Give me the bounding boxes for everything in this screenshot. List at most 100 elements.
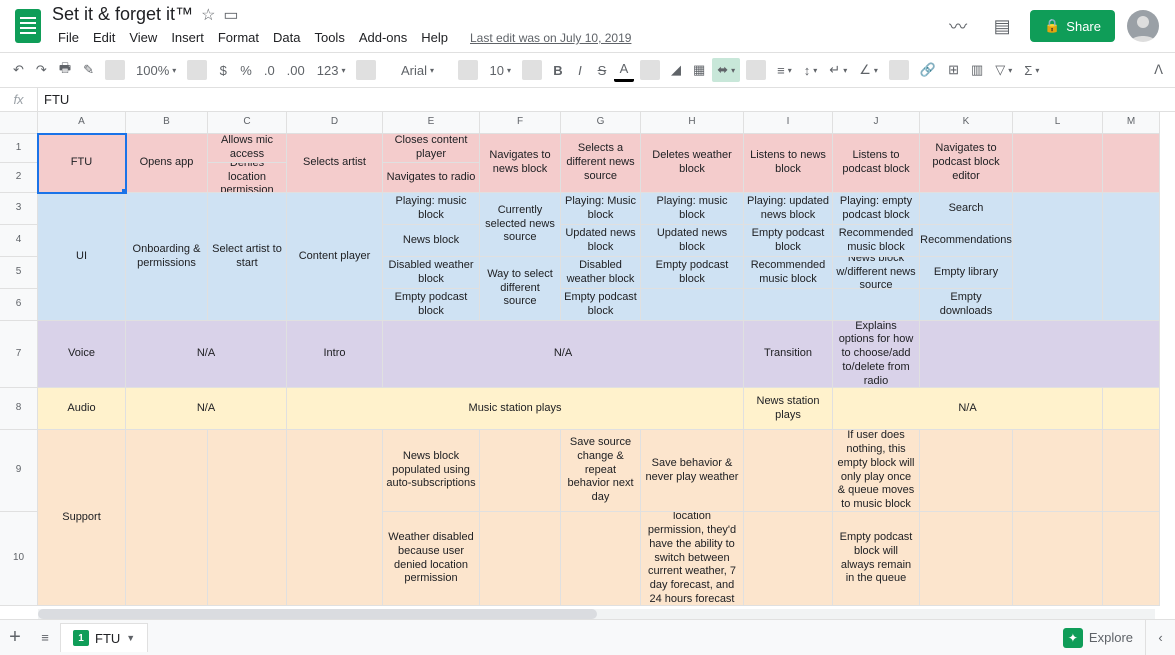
insert-link-icon[interactable]: 🔗 [915,58,941,82]
cell[interactable] [480,430,561,512]
cell[interactable]: News block w/different news source [833,257,920,289]
selection-handle[interactable] [122,189,126,193]
row-header[interactable]: 9 [0,430,38,512]
merge-cells-icon[interactable]: ⬌ [712,58,740,82]
column-header[interactable]: L [1013,112,1103,134]
column-header[interactable]: B [126,112,208,134]
column-header[interactable]: C [208,112,287,134]
insert-comment-icon[interactable]: ⊞ [943,58,964,82]
borders-icon[interactable]: ▦ [688,58,710,82]
decrease-decimal-icon[interactable]: .0 [259,59,280,82]
redo-icon[interactable]: ↷ [31,58,52,82]
cell[interactable]: Way to select different source [480,257,561,321]
cell[interactable] [1103,388,1160,430]
row-header[interactable]: 5 [0,257,38,289]
cell[interactable]: Navigates to podcast block editor [920,134,1013,193]
collapse-toolbar-icon[interactable]: ᐱ [1150,58,1167,82]
cell[interactable]: Weather disabled because user denied loc… [383,512,480,606]
cell[interactable]: Disabled weather block [383,257,480,289]
cell[interactable] [920,430,1013,512]
cell[interactable]: Empty podcast block [744,225,833,257]
cell[interactable] [126,430,208,606]
cell[interactable]: Select artist to start [208,193,287,321]
activity-icon[interactable]: 〰 [942,10,974,42]
cell[interactable]: Playing: updated news block [744,193,833,225]
column-header[interactable]: A [38,112,126,134]
cell[interactable]: Voice [38,321,126,388]
menu-file[interactable]: File [52,27,85,48]
cell[interactable] [833,289,920,321]
cell[interactable] [744,512,833,606]
cell[interactable]: Audio [38,388,126,430]
column-header[interactable]: D [287,112,383,134]
cell[interactable]: Onboarding & permissions [126,193,208,321]
add-sheet-button[interactable]: + [0,626,30,649]
menu-view[interactable]: View [123,27,163,48]
cell[interactable] [1103,430,1160,512]
cell[interactable] [480,512,561,606]
cell[interactable]: Save source change & repeat behavior nex… [561,430,641,512]
vertical-align-icon[interactable]: ↕ [799,59,823,82]
row-header[interactable]: 4 [0,225,38,257]
cell[interactable] [641,289,744,321]
select-all-corner[interactable] [0,112,38,134]
cell[interactable]: Deletes weather block [641,134,744,193]
cell[interactable]: Empty podcast block [561,289,641,321]
cell[interactable] [1013,193,1103,321]
cell[interactable]: UI [38,193,126,321]
cell[interactable]: If user does nothing, this empty block w… [833,430,920,512]
cell[interactable]: Listens to news block [744,134,833,193]
sheet-menu-icon[interactable]: ▼ [126,633,135,643]
column-header[interactable]: I [744,112,833,134]
column-header[interactable]: F [480,112,561,134]
filter-icon[interactable]: ▽ [990,58,1017,82]
cell[interactable]: Explains options for how to choose/add t… [833,321,920,388]
insert-chart-icon[interactable]: ▥ [966,58,988,82]
account-avatar[interactable] [1127,10,1159,42]
column-header[interactable]: E [383,112,480,134]
paint-format-icon[interactable]: ✎ [78,58,99,82]
cell[interactable] [1013,134,1103,193]
column-header[interactable]: H [641,112,744,134]
cell[interactable] [561,512,641,606]
cell[interactable]: Listens to podcast block [833,134,920,193]
menu-addons[interactable]: Add-ons [353,27,413,48]
cell[interactable] [1103,134,1160,193]
cell[interactable]: Transition [744,321,833,388]
cell[interactable]: If user had allowed location permission,… [641,512,744,606]
cell[interactable]: Content player [287,193,383,321]
zoom-select[interactable]: 100% [131,59,181,82]
row-header[interactable]: 7 [0,321,38,388]
cell[interactable]: Denies location permission [208,163,287,193]
row-header[interactable]: 8 [0,388,38,430]
cell[interactable]: Closes content player [383,134,480,163]
star-icon[interactable]: ☆ [201,5,215,25]
cell[interactable]: Empty podcast block will always remain i… [833,512,920,606]
text-wrap-icon[interactable]: ↵ [824,58,852,82]
row-header[interactable]: 6 [0,289,38,321]
cell[interactable]: Intro [287,321,383,388]
cell[interactable]: Selects a different news source [561,134,641,193]
horizontal-scrollbar[interactable] [38,609,1155,619]
cell[interactable]: Playing: music block [383,193,480,225]
all-sheets-button[interactable]: ≡ [30,630,60,645]
cell[interactable]: Disabled weather block [561,257,641,289]
cell[interactable]: FTU [38,134,126,193]
increase-decimal-icon[interactable]: .00 [282,59,310,82]
cell[interactable] [920,321,1160,388]
cell[interactable]: N/A [833,388,1103,430]
cell[interactable] [208,430,287,606]
cell[interactable]: Empty podcast block [641,257,744,289]
column-header[interactable]: J [833,112,920,134]
side-panel-toggle[interactable]: ‹ [1145,620,1175,655]
cell[interactable]: Updated news block [561,225,641,257]
move-folder-icon[interactable]: ▭ [223,5,238,25]
row-header[interactable]: 1 [0,134,38,163]
cell[interactable]: Save behavior & never play weather [641,430,744,512]
cell[interactable] [287,430,383,606]
format-currency-icon[interactable]: $ [213,59,233,82]
sheet-tab-ftu[interactable]: 1 FTU ▼ [60,623,148,652]
cell[interactable] [1013,512,1103,606]
cell[interactable]: Currently selected news source [480,193,561,257]
cell[interactable]: Selects artist [287,134,383,193]
